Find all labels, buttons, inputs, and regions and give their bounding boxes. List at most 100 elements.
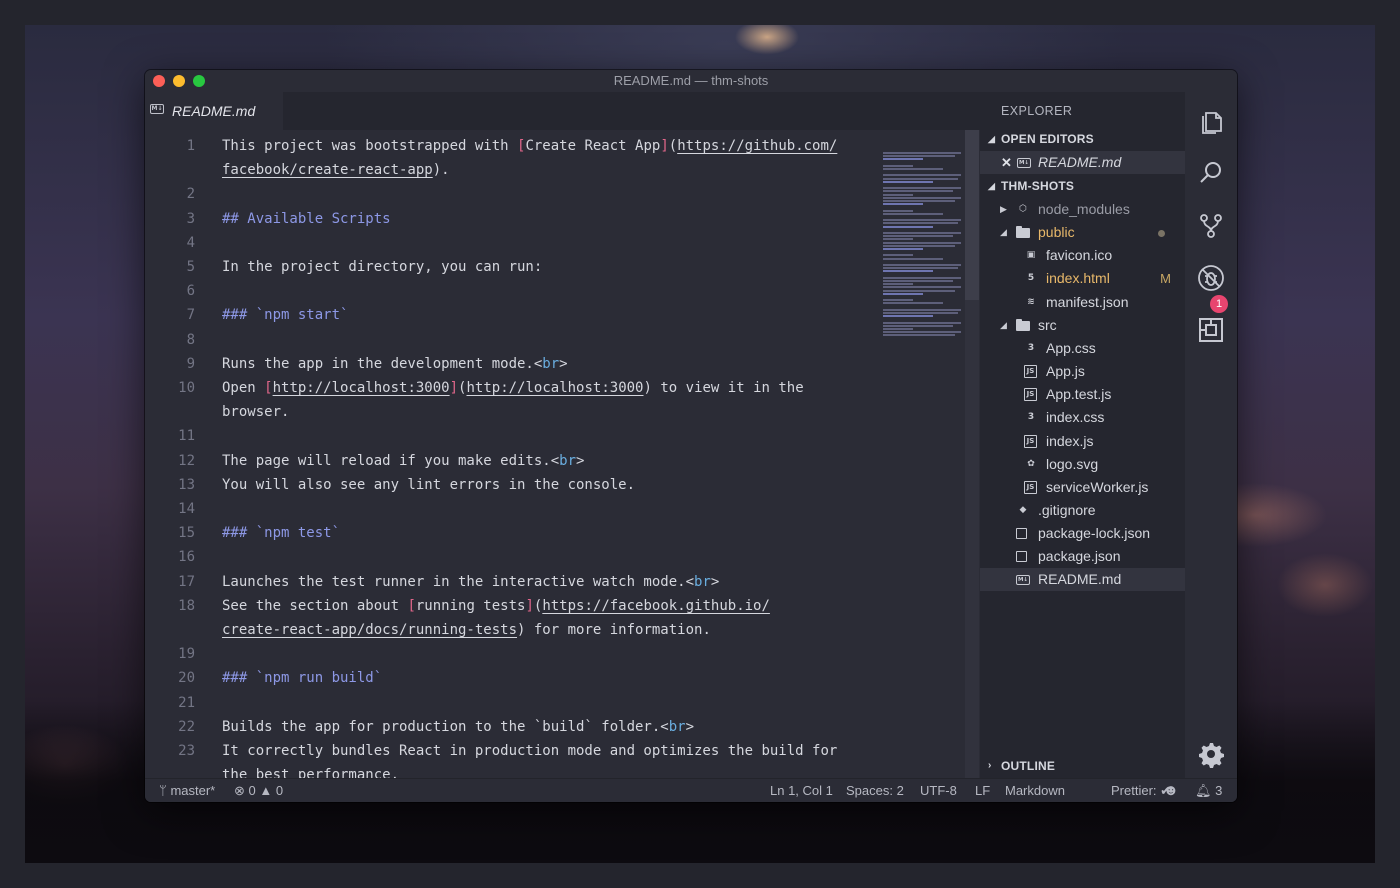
debug-icon[interactable] — [1197, 264, 1225, 292]
close-window-button[interactable] — [153, 75, 165, 87]
caret-right-icon[interactable]: ▶ — [1000, 198, 1007, 221]
minimap-line — [883, 152, 961, 154]
gear-icon[interactable] — [1197, 740, 1225, 768]
git-status-badge: M — [1160, 271, 1171, 287]
project-section[interactable]: ◢ THM-SHOTS — [980, 175, 1185, 197]
file-name: App.test.js — [1046, 386, 1112, 403]
cursor-position[interactable]: Ln 1, Col 1 — [770, 779, 833, 802]
tree-file[interactable]: JS index.js — [980, 430, 1185, 453]
tree-file[interactable]: 5 index.html M — [980, 267, 1185, 290]
feedback-smiley-icon[interactable]: ☻ — [1163, 779, 1179, 802]
open-editor-readme[interactable]: ✕ M↓ README.md — [980, 151, 1185, 174]
line-number: 6 — [186, 283, 195, 300]
source-control-icon[interactable] — [1197, 212, 1225, 240]
link-text[interactable]: create-react-app/docs/running-tests — [222, 622, 517, 638]
code-token: You will also see any lint errors in the… — [222, 476, 636, 493]
tree-folder[interactable]: ◢ src — [980, 314, 1185, 337]
minimap-line — [883, 254, 913, 257]
file-name: src — [1038, 316, 1057, 333]
js-file-icon: JS — [1024, 388, 1037, 402]
file-name: index.css — [1046, 409, 1105, 426]
code-token: The page will reload if you make edits.< — [222, 452, 560, 469]
caret-down-icon[interactable]: ◢ — [1000, 314, 1007, 337]
tree-file[interactable]: JS App.js — [980, 360, 1185, 383]
line-text: the best performance. — [222, 763, 399, 778]
encoding[interactable]: UTF-8 — [920, 779, 957, 802]
tree-folder[interactable]: ◢ public — [980, 221, 1185, 244]
line-text: ## Available Scripts — [222, 207, 391, 231]
extensions-icon[interactable] — [1197, 316, 1225, 344]
minimize-window-button[interactable] — [173, 75, 185, 87]
markdown-file-icon: M↓ — [1016, 575, 1030, 586]
minimap-line — [883, 196, 961, 199]
minimap-line — [883, 276, 961, 279]
line-number: 21 — [178, 694, 195, 711]
code-token: ) to view it in the — [643, 380, 804, 396]
line-text: ### `npm start` — [222, 303, 348, 327]
line-text: Builds the app for production to the `bu… — [222, 715, 694, 739]
link-text[interactable]: https://facebook.github.io/ — [542, 598, 770, 614]
branch-indicator[interactable]: ᛘ master* — [159, 779, 215, 802]
line-text: In the project directory, you can run: — [222, 255, 542, 279]
tree-file[interactable]: ▣ favicon.ico — [980, 244, 1185, 267]
tree-file[interactable]: ✿ logo.svg — [980, 453, 1185, 476]
indentation[interactable]: Spaces: 2 — [846, 779, 904, 802]
outline-section[interactable]: › OUTLINE — [980, 755, 1185, 777]
section-label: OPEN EDITORS — [1001, 132, 1094, 146]
tab-readme[interactable]: M↓ README.md — [145, 92, 283, 130]
close-icon[interactable]: ✕ — [1001, 151, 1012, 174]
end-of-line[interactable]: LF — [975, 779, 990, 802]
tree-file[interactable]: JS App.test.js — [980, 383, 1185, 406]
minimap-line — [883, 312, 958, 314]
maximize-window-button[interactable] — [193, 75, 205, 87]
code-token: This project was bootstrapped with — [222, 138, 518, 154]
caret-right-icon: › — [988, 760, 992, 771]
tree-file[interactable]: ≋ manifest.json — [980, 291, 1185, 314]
language-mode[interactable]: Markdown — [1005, 779, 1065, 802]
editor-scrollbar[interactable] — [965, 130, 979, 778]
line-number: 14 — [178, 501, 195, 517]
tree-file[interactable]: 3 index.css — [980, 406, 1185, 429]
js-file-icon: JS — [1024, 365, 1037, 379]
code-token: ( — [668, 138, 678, 154]
file-name: package.json — [1038, 548, 1121, 565]
minimap-line — [883, 257, 943, 260]
tree-file[interactable]: 3 App.css — [980, 337, 1185, 360]
code-token: br — [559, 452, 577, 469]
tree-file[interactable]: M↓ README.md — [980, 568, 1185, 592]
link-text[interactable]: http://localhost:3000 — [466, 380, 643, 396]
tree-file[interactable]: ◆ .gitignore — [980, 499, 1185, 522]
minimap-line — [883, 264, 961, 266]
tree-file[interactable]: package.json — [980, 545, 1185, 568]
link-text[interactable]: https://github.com/ — [677, 138, 837, 154]
file-name: README.md — [1038, 154, 1122, 170]
minimap-line — [883, 267, 958, 270]
tree-file[interactable]: JS serviceWorker.js — [980, 476, 1185, 499]
code-token: Builds the app for production to the `bu… — [222, 718, 669, 735]
minimap-line — [883, 187, 961, 190]
minimap[interactable] — [883, 152, 965, 342]
scrollbar-thumb[interactable] — [965, 130, 979, 300]
editor-group: M↓ README.md 1 This project was bootstrap… — [145, 92, 980, 778]
search-icon[interactable] — [1197, 159, 1225, 187]
line-text: Runs the app in the development mode.<br… — [222, 352, 568, 376]
line-number: 10 — [178, 380, 195, 396]
tree-file[interactable]: ▶ ⬡ node_modules — [980, 198, 1185, 221]
explorer-files-icon[interactable] — [1197, 107, 1225, 135]
code-token: See the section about — [222, 597, 408, 614]
minimap-line — [883, 155, 955, 158]
open-editors-section[interactable]: ◢ OPEN EDITORS — [980, 128, 1185, 150]
minimap-line — [883, 168, 943, 170]
file-name: index.html — [1046, 270, 1110, 287]
tree-file[interactable]: package-lock.json — [980, 522, 1185, 545]
vscode-window: README.md — thm-shots M↓ README.md 1 Thi… — [145, 70, 1237, 802]
database-icon: ≋ — [1027, 296, 1035, 307]
css-file-icon: 3 — [1027, 412, 1035, 423]
problems-indicator[interactable]: ⊗ 0 ▲ 0 — [234, 779, 283, 802]
link-text[interactable]: http://localhost:3000 — [273, 380, 450, 396]
code-editor[interactable]: 1 This project was bootstrapped with [Cre… — [145, 130, 965, 778]
link-text[interactable]: facebook/create-react-app — [222, 162, 433, 178]
notifications[interactable]: 🔔︎ 3 — [1195, 779, 1222, 802]
svg-file-icon: ✿ — [1027, 458, 1035, 469]
caret-down-icon[interactable]: ◢ — [1000, 221, 1007, 244]
